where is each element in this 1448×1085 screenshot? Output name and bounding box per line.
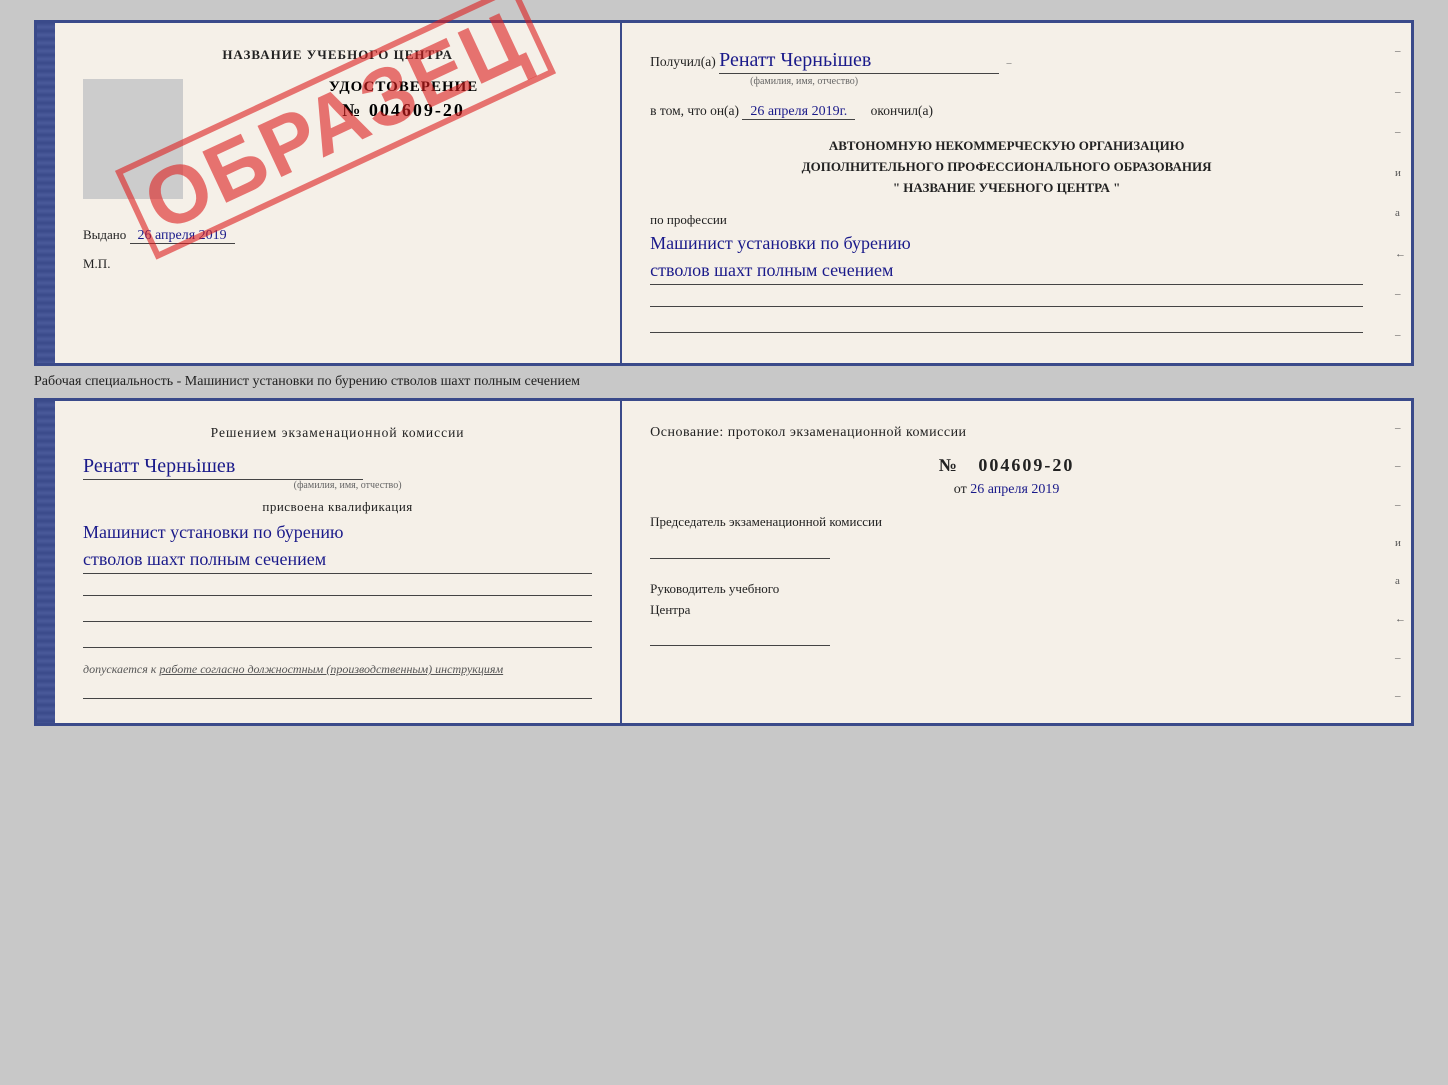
bottom-name-sublabel: (фамилия, имя, отчество) xyxy=(103,480,592,491)
cert-bottom-left: Решением экзаменационной комиссии Ренатт… xyxy=(55,401,622,723)
bottom-recipient-name: Ренатт Черньішев xyxy=(83,453,363,480)
name-sublabel: (фамилия, имя, отчество) xyxy=(750,74,1363,89)
cert-mp: М.П. xyxy=(83,256,592,272)
base-label: Основание: протокол экзаменационной коми… xyxy=(650,425,1363,441)
qual-line1: Машинист установки по бурению xyxy=(83,519,592,546)
cert-bottom-book: Решением экзаменационной комиссии Ренатт… xyxy=(34,398,1414,726)
underline2 xyxy=(650,311,1363,333)
underline1 xyxy=(650,285,1363,307)
допускается-block: допускается к работе согласно должностны… xyxy=(83,662,592,677)
org-line3: " НАЗВАНИЕ УЧЕБНОГО ЦЕНТРА " xyxy=(650,178,1363,199)
bottom-underline4 xyxy=(83,677,592,699)
profession-block: по профессии Машинист установки по бурен… xyxy=(650,212,1363,333)
допускается-text: работе согласно должностным (производств… xyxy=(159,662,503,676)
head-label-line2: Центра xyxy=(650,600,1363,621)
bottom-date-line: от 26 апреля 2019 xyxy=(650,482,1363,498)
bottom-underline1 xyxy=(83,574,592,596)
side-marks-top: – – – и а ← – – xyxy=(1391,23,1411,363)
in-that-line: в том, что он(а) 26 апреля 2019г. окончи… xyxy=(650,101,1363,122)
bottom-date: 26 апреля 2019 xyxy=(970,482,1059,497)
head-block: Руководитель учебного Центра xyxy=(650,579,1363,647)
bottom-doc-number: № 004609-20 xyxy=(650,455,1363,476)
profession-line2: стволов шахт полным сечением xyxy=(650,257,1363,285)
head-label-line1: Руководитель учебного xyxy=(650,579,1363,600)
cert-issued-line: Выдано 26 апреля 2019 xyxy=(83,227,592,244)
received-line: Получил(а) Ренатт Черньішев – (фамилия, … xyxy=(650,47,1363,89)
cert-doc-label: УДОСТОВЕРЕНИЕ xyxy=(215,79,592,96)
bottom-number: 004609-20 xyxy=(978,455,1074,475)
cert-top-left: НАЗВАНИЕ УЧЕБНОГО ЦЕНТРА УДОСТОВЕРЕНИЕ №… xyxy=(55,23,622,363)
qual-line2: стволов шахт полным сечением xyxy=(83,546,592,574)
cert-spine-top xyxy=(37,23,55,363)
received-label: Получил(а) xyxy=(650,54,716,69)
finished-label: окончил(а) xyxy=(871,103,933,118)
org-line1: АВТОНОМНУЮ НЕКОММЕРЧЕСКУЮ ОРГАНИЗАЦИЮ xyxy=(650,136,1363,157)
completion-date: 26 апреля 2019г. xyxy=(742,104,855,120)
chairman-sig-line xyxy=(650,537,830,559)
decision-label: Решением экзаменационной комиссии xyxy=(83,425,592,441)
chairman-block: Председатель экзаменационной комиссии xyxy=(650,512,1363,559)
number-label: № xyxy=(939,455,959,475)
cert-photo xyxy=(83,79,183,199)
cert-bottom-right: Основание: протокол экзаменационной коми… xyxy=(622,401,1391,723)
org-line2: ДОПОЛНИТЕЛЬНОГО ПРОФЕССИОНАЛЬНОГО ОБРАЗО… xyxy=(650,157,1363,178)
chairman-label: Председатель экзаменационной комиссии xyxy=(650,514,882,529)
bottom-qualification-block: Машинист установки по бурению стволов ша… xyxy=(83,519,592,574)
issued-date: 26 апреля 2019 xyxy=(130,228,235,244)
cert-spine-bottom xyxy=(37,401,55,723)
bottom-underline2 xyxy=(83,600,592,622)
bottom-underline3 xyxy=(83,626,592,648)
bottom-name-block: Ренатт Черньішев (фамилия, имя, отчество… xyxy=(83,453,592,491)
cert-doc-number: № 004609-20 xyxy=(215,100,592,121)
recipient-name: Ренатт Черньішев xyxy=(719,47,999,74)
допускается-label: допускается к xyxy=(83,662,156,676)
profession-line1: Машинист установки по бурению xyxy=(650,230,1363,257)
qualification-label: присвоена квалификация xyxy=(83,499,592,515)
profession-label: по профессии xyxy=(650,212,1363,228)
description-line: Рабочая специальность - Машинист установ… xyxy=(34,366,1414,398)
org-block: АВТОНОМНУЮ НЕКОММЕРЧЕСКУЮ ОРГАНИЗАЦИЮ ДО… xyxy=(650,136,1363,198)
head-sig-line xyxy=(650,624,830,646)
issued-label: Выдано xyxy=(83,227,126,242)
cert-top-book: НАЗВАНИЕ УЧЕБНОГО ЦЕНТРА УДОСТОВЕРЕНИЕ №… xyxy=(34,20,1414,366)
date-prefix: от xyxy=(954,482,967,497)
document-wrapper: НАЗВАНИЕ УЧЕБНОГО ЦЕНТРА УДОСТОВЕРЕНИЕ №… xyxy=(34,20,1414,726)
cert-top-title: НАЗВАНИЕ УЧЕБНОГО ЦЕНТРА xyxy=(83,47,592,63)
cert-top-right: Получил(а) Ренатт Черньішев – (фамилия, … xyxy=(622,23,1391,363)
side-marks-bottom: – – – и а ← – – xyxy=(1391,401,1411,723)
in-that-label: в том, что он(а) xyxy=(650,103,739,118)
